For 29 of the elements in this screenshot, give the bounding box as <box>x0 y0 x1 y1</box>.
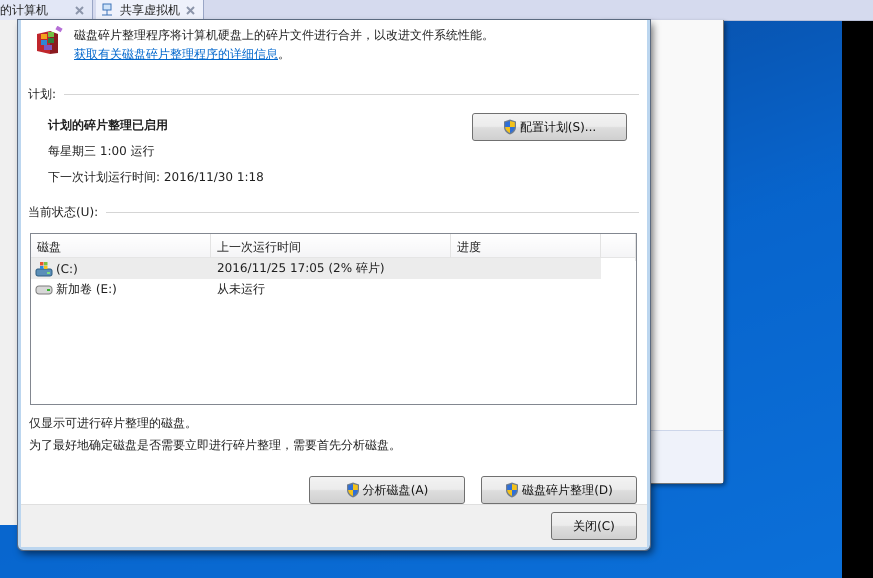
section-heading: 计划: <box>28 86 56 103</box>
next-run-text: 下一次计划运行时间: 2016/11/30 1:18 <box>48 169 264 186</box>
disk-row[interactable]: 新加卷 (E:) 从未运行 <box>31 279 636 300</box>
network-computer-icon <box>100 3 114 17</box>
drive-icon <box>35 284 53 294</box>
close-tab-icon[interactable] <box>186 6 195 14</box>
host-tab[interactable]: 的计算机 <box>0 0 93 20</box>
configure-schedule-button[interactable]: 配置计划(S)... <box>472 113 627 141</box>
note-text: 为了最好地确定磁盘是否需要立即进行碎片整理，需要首先分析磁盘。 <box>29 437 402 454</box>
last-run-cell: 从未运行 <box>217 281 265 298</box>
note-text: 仅显示可进行碎片整理的磁盘。 <box>29 415 198 432</box>
disk-row[interactable]: (C:) 2016/11/25 17:05 (2% 碎片) <box>31 258 636 279</box>
schedule-frequency: 每星期三 1:00 运行 <box>48 143 156 160</box>
last-run-cell: 2016/11/25 17:05 (2% 碎片) <box>217 260 385 277</box>
system-drive-icon <box>35 260 53 276</box>
disk-name: 新加卷 (E:) <box>56 281 117 298</box>
shield-icon <box>346 482 360 498</box>
schedule-status: 计划的碎片整理已启用 <box>48 117 169 134</box>
section-heading: 当前状态(U): <box>28 204 98 221</box>
close-button[interactable]: 关闭(C) <box>551 512 637 540</box>
close-tab-icon[interactable] <box>75 6 84 14</box>
shield-icon <box>505 482 520 498</box>
action-button[interactable]: 分析磁盘(A) <box>309 476 465 504</box>
intro-text: 磁盘碎片整理程序将计算机硬盘上的碎片文件进行合并，以改进文件系统性能。 获取有关磁盘碎片整理程序的详细信息。 <box>74 27 495 63</box>
host-tab[interactable]: 共享虚拟机 <box>96 0 204 20</box>
action-button[interactable]: 磁盘碎片整理(D) <box>481 476 637 504</box>
shield-icon <box>502 119 517 135</box>
disk-name: (C:) <box>56 262 78 276</box>
help-link[interactable]: 获取有关磁盘碎片整理程序的详细信息 <box>74 47 278 61</box>
